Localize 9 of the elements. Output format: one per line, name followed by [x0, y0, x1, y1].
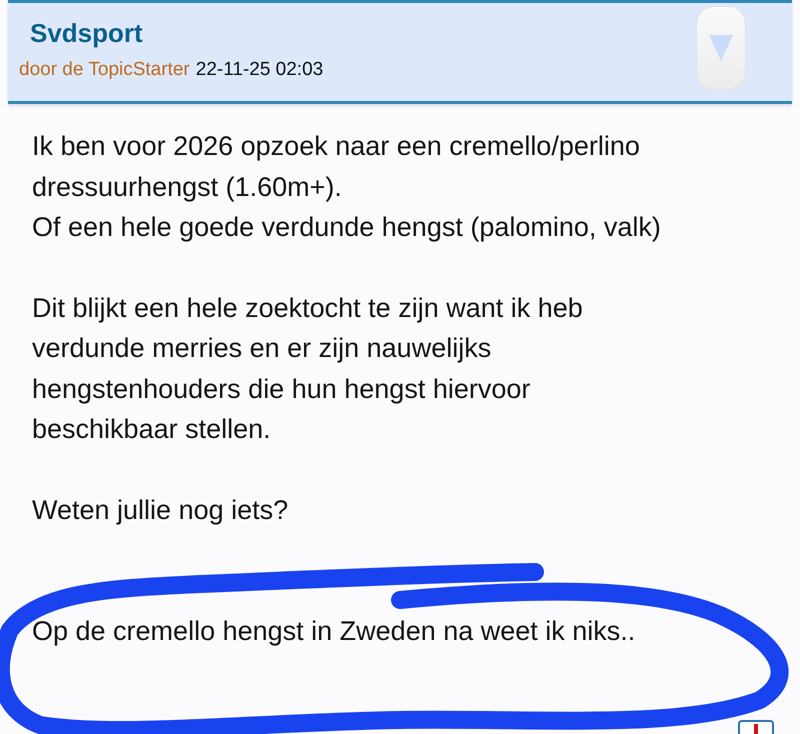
- down-triangle-icon: [709, 35, 733, 61]
- post-time: 22-11-25 02:03: [196, 59, 324, 81]
- post-paragraph: Op de cremello hengst in Zweden na weet ik niks..: [32, 615, 636, 648]
- post-paragraph: Weten jullie nog iets?: [32, 494, 290, 527]
- topic-starter-label: door de TopicStarter: [19, 59, 190, 81]
- post-paragraph: Ik ben voor 2026 opzoek naar een cremello/perlino dressuurhengst (1.60m+). Of een hele goede verdunde hengst (palomino, valk): [32, 130, 662, 244]
- post-paragraph: Dit blijkt een hele zoektocht te zijn want ik heb verdunde merries en er zijn nauwelijks hengstenhouders die hun hengst hiervoor beschikbaar stellen.: [32, 292, 584, 446]
- alert-icon[interactable]: [738, 720, 774, 734]
- author-name[interactable]: Svdsport: [30, 18, 324, 49]
